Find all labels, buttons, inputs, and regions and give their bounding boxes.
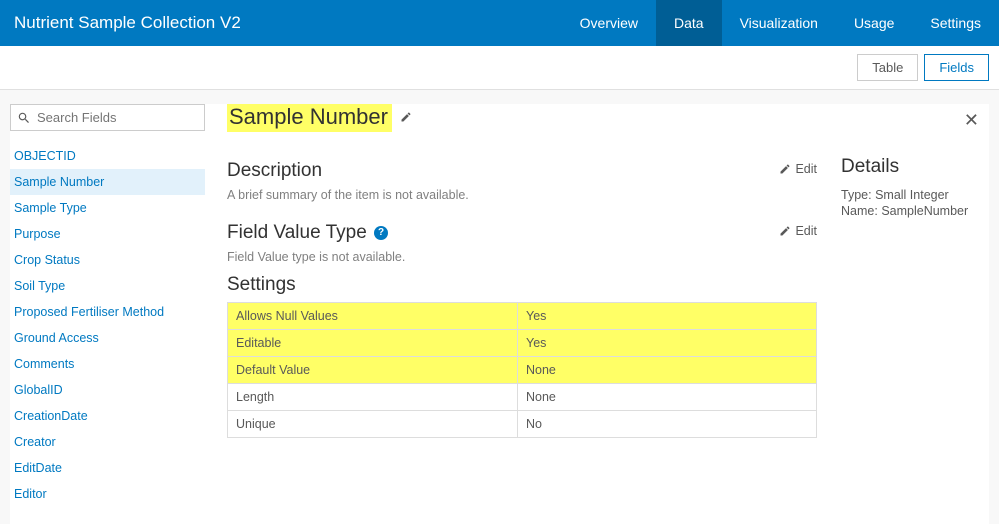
field-details-main: Sample Number Description Edit A brief s… bbox=[227, 104, 817, 506]
field-list-item[interactable]: Editor bbox=[10, 481, 205, 507]
field-list-item[interactable]: Soil Type bbox=[10, 273, 205, 299]
field-list-item[interactable]: EditDate bbox=[10, 455, 205, 481]
edit-title-button[interactable] bbox=[400, 111, 412, 126]
settings-heading: Settings bbox=[227, 274, 817, 296]
edit-label: Edit bbox=[795, 162, 817, 176]
settings-row: Allows Null ValuesYes bbox=[228, 303, 817, 330]
search-fields-input[interactable] bbox=[37, 110, 198, 125]
description-heading: Description bbox=[227, 160, 322, 182]
pencil-icon bbox=[779, 163, 791, 175]
view-toolbar: Table Fields bbox=[0, 46, 999, 90]
settings-value: None bbox=[518, 357, 817, 384]
field-list-item[interactable]: Creator bbox=[10, 429, 205, 455]
main-area: OBJECTIDSample NumberSample TypePurposeC… bbox=[0, 90, 999, 524]
edit-description-button[interactable]: Edit bbox=[779, 162, 817, 176]
fvt-heading: Field Value Type ? bbox=[227, 222, 388, 244]
settings-label: Allows Null Values bbox=[228, 303, 518, 330]
settings-row: EditableYes bbox=[228, 330, 817, 357]
settings-value: Yes bbox=[518, 303, 817, 330]
settings-row: Default ValueNone bbox=[228, 357, 817, 384]
top-nav: Overview Data Visualization Usage Settin… bbox=[562, 0, 999, 46]
nav-visualization[interactable]: Visualization bbox=[722, 0, 836, 46]
fields-view-button[interactable]: Fields bbox=[924, 54, 989, 81]
fvt-header-row: Field Value Type ? Edit bbox=[227, 212, 817, 250]
field-list-item[interactable]: Sample Number bbox=[10, 169, 205, 195]
details-type-value: Small Integer bbox=[875, 188, 949, 202]
settings-value: No bbox=[518, 411, 817, 438]
details-heading: Details bbox=[841, 156, 971, 178]
details-type-label: Type: bbox=[841, 188, 872, 202]
page-title: Nutrient Sample Collection V2 bbox=[14, 13, 241, 33]
field-list-item[interactable]: CreationDate bbox=[10, 403, 205, 429]
settings-table: Allows Null ValuesYesEditableYesDefault … bbox=[227, 302, 817, 438]
search-fields-wrap[interactable] bbox=[10, 104, 205, 131]
nav-data[interactable]: Data bbox=[656, 0, 722, 46]
nav-overview[interactable]: Overview bbox=[562, 0, 656, 46]
app-header: Nutrient Sample Collection V2 Overview D… bbox=[0, 0, 999, 46]
nav-usage[interactable]: Usage bbox=[836, 0, 912, 46]
field-list: OBJECTIDSample NumberSample TypePurposeC… bbox=[10, 143, 205, 507]
field-list-item[interactable]: Comments bbox=[10, 351, 205, 377]
info-icon[interactable]: ? bbox=[374, 226, 388, 240]
details-name: Name: SampleNumber bbox=[841, 204, 971, 218]
field-list-item[interactable]: Proposed Fertiliser Method bbox=[10, 299, 205, 325]
edit-fvt-button[interactable]: Edit bbox=[779, 224, 817, 238]
nav-settings[interactable]: Settings bbox=[912, 0, 999, 46]
settings-label: Length bbox=[228, 384, 518, 411]
field-title-row: Sample Number bbox=[227, 104, 817, 132]
description-text: A brief summary of the item is not avail… bbox=[227, 188, 817, 202]
pencil-icon bbox=[400, 111, 412, 123]
field-title: Sample Number bbox=[227, 104, 392, 132]
details-name-value: SampleNumber bbox=[881, 204, 968, 218]
settings-label: Default Value bbox=[228, 357, 518, 384]
field-list-item[interactable]: OBJECTID bbox=[10, 143, 205, 169]
fields-sidebar: OBJECTIDSample NumberSample TypePurposeC… bbox=[10, 104, 205, 524]
field-list-item[interactable]: Ground Access bbox=[10, 325, 205, 351]
details-type: Type: Small Integer bbox=[841, 188, 971, 202]
fvt-heading-text: Field Value Type bbox=[227, 222, 367, 243]
edit-label: Edit bbox=[795, 224, 817, 238]
field-list-item[interactable]: GlobalID bbox=[10, 377, 205, 403]
settings-value: None bbox=[518, 384, 817, 411]
details-name-label: Name: bbox=[841, 204, 878, 218]
settings-value: Yes bbox=[518, 330, 817, 357]
settings-label: Editable bbox=[228, 330, 518, 357]
settings-row: UniqueNo bbox=[228, 411, 817, 438]
settings-label: Unique bbox=[228, 411, 518, 438]
close-icon[interactable]: ✕ bbox=[964, 110, 979, 131]
pencil-icon bbox=[779, 225, 791, 237]
field-list-item[interactable]: Sample Type bbox=[10, 195, 205, 221]
table-view-button[interactable]: Table bbox=[857, 54, 918, 81]
search-icon bbox=[17, 111, 31, 125]
field-list-item[interactable]: Purpose bbox=[10, 221, 205, 247]
settings-row: LengthNone bbox=[228, 384, 817, 411]
field-details-panel: ✕ Sample Number Description Edit A brief… bbox=[205, 104, 989, 524]
field-list-item[interactable]: Crop Status bbox=[10, 247, 205, 273]
details-sidebar: Details Type: Small Integer Name: Sample… bbox=[841, 104, 971, 506]
fvt-text: Field Value type is not available. bbox=[227, 250, 817, 264]
description-header-row: Description Edit bbox=[227, 150, 817, 188]
